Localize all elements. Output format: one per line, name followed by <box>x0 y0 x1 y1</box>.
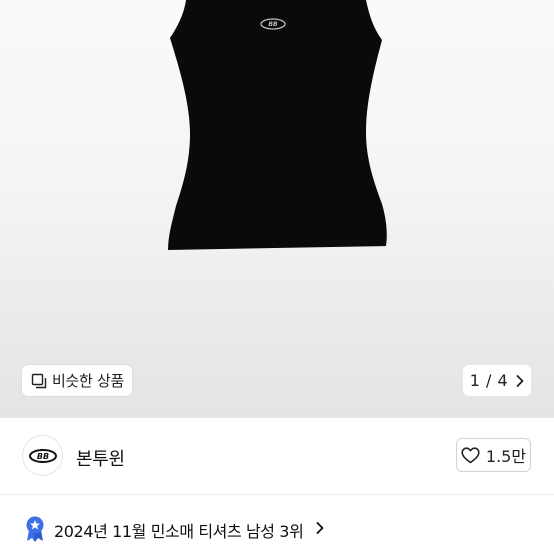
product-image-carousel[interactable]: BB 비슷한 상품 1 / 4 <box>0 0 554 418</box>
ranking-row[interactable]: 2024년 11월 민소매 티셔츠 남성 3위 <box>0 495 554 554</box>
similar-products-icon <box>31 373 47 388</box>
shop-logo-icon: BB <box>28 448 57 463</box>
product-photo-sleeveless-top: BB <box>168 0 387 250</box>
shop-logo-avatar[interactable]: BB <box>22 435 63 476</box>
svg-text:BB: BB <box>268 21 278 28</box>
shop-info-row[interactable]: BB 본투윈 1.5만 <box>0 418 554 494</box>
image-pager-button[interactable]: 1 / 4 <box>463 365 531 396</box>
like-count: 1.5만 <box>485 447 527 466</box>
shop-name[interactable]: 본투윈 <box>76 445 125 471</box>
similar-products-button[interactable]: 비슷한 상품 <box>22 365 132 396</box>
heart-outline-icon <box>461 446 480 463</box>
chevron-right-icon <box>516 374 524 387</box>
image-pager-text: 1 / 4 <box>469 371 509 390</box>
chevron-right-icon <box>316 522 324 534</box>
product-detail-screen: BB 비슷한 상품 1 / 4 BB 본투윈 1.5만 2024년 11월 민소… <box>0 0 554 554</box>
similar-products-label: 비슷한 상품 <box>52 372 124 390</box>
like-button[interactable]: 1.5만 <box>456 438 531 472</box>
svg-text:BB: BB <box>36 452 48 461</box>
ranking-badge-icon <box>26 516 44 542</box>
ranking-text[interactable]: 2024년 11월 민소매 티셔츠 남성 3위 <box>54 518 304 542</box>
